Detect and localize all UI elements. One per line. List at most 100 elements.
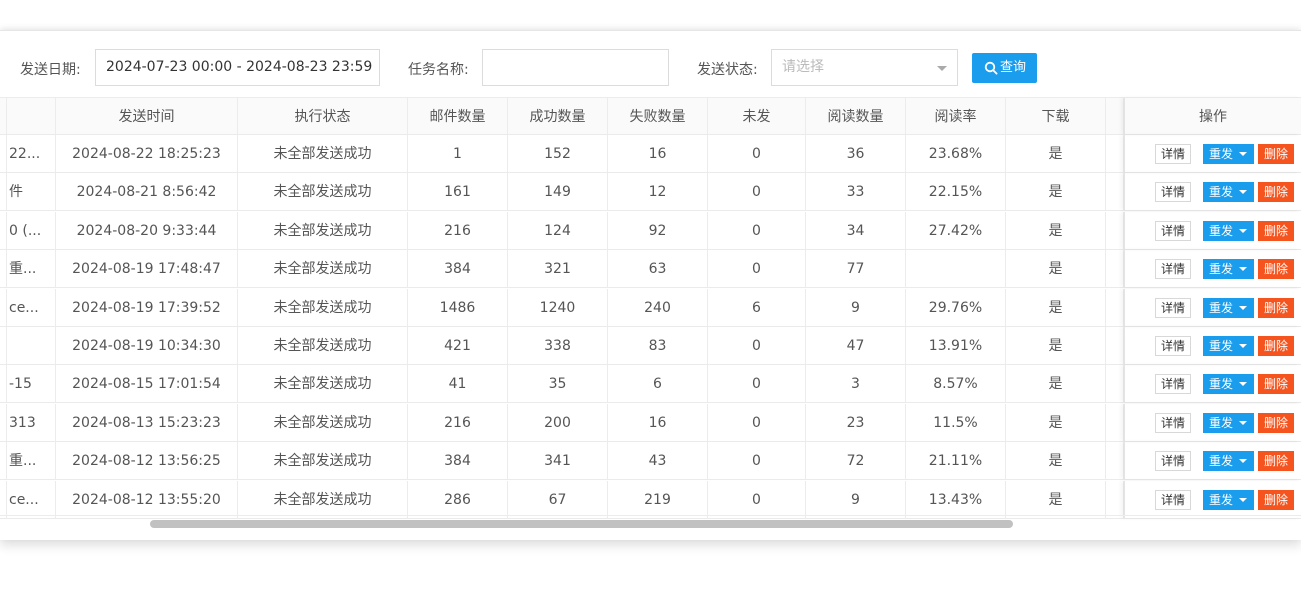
send-time-cell: 2024-08-12 13:55:20 xyxy=(56,480,238,518)
detail-button[interactable]: 详情 xyxy=(1155,451,1191,472)
delete-button[interactable]: 删除 xyxy=(1258,144,1294,164)
read-rate-cell: 8.57% xyxy=(906,365,1006,403)
read-rate-cell-text: 22.15% xyxy=(928,184,983,201)
actions-cell: 详情 重发 删除 xyxy=(1124,288,1301,326)
read-rate-cell-text: 29.76% xyxy=(928,299,983,316)
exec-status-cell-text: 未全部发送成功 xyxy=(273,414,372,431)
table-bottom-border xyxy=(0,515,1301,516)
header-fail-count[interactable]: 失败数量 xyxy=(608,98,708,134)
delete-button[interactable]: 删除 xyxy=(1258,259,1294,280)
resend-label: 重发 xyxy=(1209,223,1234,238)
send-time-cell-text: 2024-08-19 10:34:30 xyxy=(72,338,221,354)
delete-button[interactable]: 删除 xyxy=(1258,412,1294,433)
delete-button[interactable]: 删除 xyxy=(1258,489,1294,510)
success-count-cell: 152 xyxy=(508,135,608,172)
download-cell-text: 是 xyxy=(1048,414,1063,431)
detail-button[interactable]: 详情 xyxy=(1155,182,1191,203)
exec-status-cell: 未全部发送成功 xyxy=(238,365,408,403)
header-read-rate[interactable]: 阅读率 xyxy=(906,98,1006,134)
task-name-cell-text xyxy=(7,338,9,354)
send-status-select[interactable]: 请选择 xyxy=(771,49,958,86)
exec-status-cell-text: 未全部发送成功 xyxy=(273,491,372,508)
success-count-cell: 338 xyxy=(508,327,608,364)
download-cell: 是 xyxy=(1006,480,1106,518)
resend-dropdown-button[interactable]: 重发 xyxy=(1203,374,1254,395)
detail-button[interactable]: 详情 xyxy=(1155,412,1191,433)
resend-label: 重发 xyxy=(1209,147,1234,161)
send-status-label: 发送状态: xyxy=(697,62,758,78)
resend-dropdown-button[interactable]: 重发 xyxy=(1203,220,1254,241)
download-cell: 是 xyxy=(1006,211,1106,249)
resend-label: 重发 xyxy=(1209,300,1234,315)
download-cell: 是 xyxy=(1006,327,1106,364)
detail-button[interactable]: 详情 xyxy=(1155,144,1191,164)
mail-count-cell: 286 xyxy=(408,480,508,518)
task-name-label: 任务名称: xyxy=(408,62,469,78)
header-mail-count[interactable]: 邮件数量 xyxy=(408,98,508,134)
resend-dropdown-button[interactable]: 重发 xyxy=(1203,182,1254,203)
mail-count-cell-text: 161 xyxy=(444,184,471,201)
header-read-count[interactable]: 阅读数量 xyxy=(806,98,906,134)
delete-button[interactable]: 删除 xyxy=(1258,297,1294,318)
fail-count-cell: 63 xyxy=(608,250,708,288)
detail-button[interactable]: 详情 xyxy=(1155,489,1191,510)
task-name-cell: ce... xyxy=(6,480,56,518)
resend-dropdown-button[interactable]: 重发 xyxy=(1203,489,1254,510)
delete-button[interactable]: 删除 xyxy=(1258,374,1294,395)
detail-button[interactable]: 详情 xyxy=(1155,297,1191,318)
caret-down-icon xyxy=(1239,228,1247,233)
exec-status-cell-text: 未全部发送成功 xyxy=(273,376,372,393)
header-spacer xyxy=(1106,98,1124,134)
spacer-cell xyxy=(1106,211,1124,249)
actions-cell: 详情 重发 删除 xyxy=(1124,135,1301,172)
mail-count-cell: 1486 xyxy=(408,288,508,326)
spacer-cell xyxy=(1106,173,1124,211)
success-count-cell: 321 xyxy=(508,250,608,288)
resend-dropdown-button[interactable]: 重发 xyxy=(1203,336,1254,356)
date-label: 发送日期: xyxy=(20,62,81,78)
read-rate-cell: 22.15% xyxy=(906,173,1006,211)
exec-status-cell-text: 未全部发送成功 xyxy=(273,222,372,239)
detail-button[interactable]: 详情 xyxy=(1155,259,1191,280)
unsent-cell: 0 xyxy=(708,173,806,211)
task-name-input[interactable] xyxy=(482,49,669,86)
detail-button[interactable]: 详情 xyxy=(1155,220,1191,241)
task-name-cell: -15 xyxy=(6,365,56,403)
resend-dropdown-button[interactable]: 重发 xyxy=(1203,259,1254,280)
caret-down-icon xyxy=(1239,267,1247,272)
exec-status-cell-text: 未全部发送成功 xyxy=(273,338,372,354)
header-unsent[interactable]: 未发 xyxy=(708,98,806,134)
header-send-time[interactable]: 发送时间 xyxy=(56,98,238,134)
success-count-cell-text: 152 xyxy=(544,146,571,162)
download-cell-text: 是 xyxy=(1048,222,1063,239)
delete-button[interactable]: 删除 xyxy=(1258,451,1294,472)
delete-button[interactable]: 删除 xyxy=(1258,220,1294,241)
delete-button[interactable]: 删除 xyxy=(1258,336,1294,356)
fail-count-cell-text: 92 xyxy=(648,222,667,239)
table-row: 2024-08-19 10:34:30 未全部发送成功 421 338 83 0 47 13.… xyxy=(0,327,1301,365)
date-range-input[interactable]: 2024-07-23 00:00 - 2024-08-23 23:59 xyxy=(95,49,380,86)
unsent-cell-text: 0 xyxy=(752,414,761,431)
task-name-cell-text: 重... xyxy=(9,261,37,278)
detail-button[interactable]: 详情 xyxy=(1155,374,1191,395)
read-rate-cell: 13.91% xyxy=(906,327,1006,364)
download-cell-text: 是 xyxy=(1048,453,1063,470)
task-name-cell: 22... xyxy=(6,135,56,172)
send-time-cell: 2024-08-19 17:39:52 xyxy=(56,288,238,326)
success-count-cell: 200 xyxy=(508,403,608,441)
query-button[interactable]: 查询 xyxy=(972,53,1037,83)
horizontal-scrollbar[interactable] xyxy=(150,520,1013,528)
resend-dropdown-button[interactable]: 重发 xyxy=(1203,144,1254,164)
delete-button[interactable]: 删除 xyxy=(1258,182,1294,203)
detail-button[interactable]: 详情 xyxy=(1155,336,1191,356)
resend-dropdown-button[interactable]: 重发 xyxy=(1203,412,1254,433)
success-count-cell-text: 200 xyxy=(544,414,571,431)
header-success-count[interactable]: 成功数量 xyxy=(508,98,608,134)
resend-dropdown-button[interactable]: 重发 xyxy=(1203,297,1254,318)
mail-count-cell-text: 384 xyxy=(444,261,471,278)
resend-dropdown-button[interactable]: 重发 xyxy=(1203,451,1254,472)
header-download[interactable]: 下载 xyxy=(1006,98,1106,134)
header-exec-status[interactable]: 执行状态 xyxy=(238,98,408,134)
send-time-cell-text: 2024-08-19 17:48:47 xyxy=(72,261,221,278)
fail-count-cell: 16 xyxy=(608,403,708,441)
